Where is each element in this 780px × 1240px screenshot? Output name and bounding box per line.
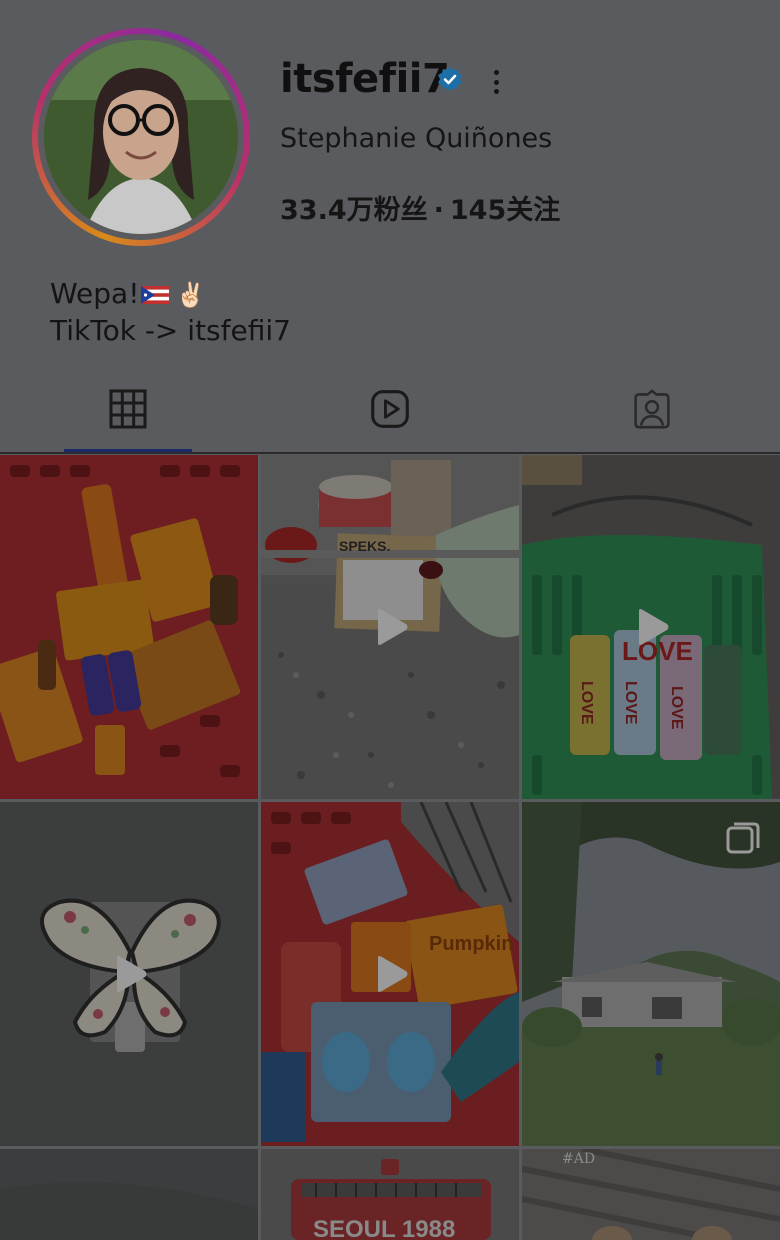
post-1-image (0, 455, 258, 799)
carousel-icon (726, 822, 760, 854)
post-thumbnail-5[interactable]: Pumpkin (261, 802, 519, 1146)
story-ring[interactable] (32, 28, 250, 246)
svg-text:LOVE: LOVE (578, 681, 595, 725)
ad-label: #AD (562, 1151, 596, 1167)
post-thumbnail-7[interactable] (0, 1149, 258, 1240)
followers-count[interactable]: 33.4万粉丝 (280, 195, 428, 226)
play-icon (378, 609, 408, 645)
avatar[interactable] (44, 40, 238, 234)
post-thumbnail-6[interactable] (522, 802, 780, 1146)
profile-tabs (0, 365, 780, 453)
tagged-person-icon (634, 389, 670, 429)
tab-tagged[interactable] (588, 365, 716, 453)
post-thumbnail-4[interactable] (0, 802, 258, 1146)
play-icon (639, 609, 669, 645)
play-icon (117, 956, 147, 992)
profile-stats: 33.4万粉丝 · 145关注 (280, 188, 560, 227)
post-thumbnail-8[interactable]: SEOUL 1988 (261, 1149, 519, 1240)
bio-line-2[interactable]: TikTok -> itsfefii7 (50, 313, 291, 349)
stats-separator: · (433, 195, 444, 226)
svg-text:LOVE: LOVE (622, 681, 639, 725)
full-name: Stephanie Quiñones (280, 123, 553, 154)
post-9-image (522, 1149, 780, 1240)
post-8-image: SEOUL 1988 (261, 1149, 519, 1240)
puerto-rico-flag-icon (141, 286, 170, 304)
username: itsfefii7 (280, 56, 450, 102)
peace-hand-icon: ✌🏻 (175, 281, 206, 309)
post-thumbnail-1[interactable] (0, 455, 258, 799)
more-options-icon[interactable] (484, 66, 508, 98)
tabs-divider (0, 452, 780, 454)
posts-grid: SPEKS. LOVE LOVE LOVE LOVE Pumpkin SEOUL… (0, 455, 780, 1240)
verified-badge-icon (438, 67, 462, 91)
bio-text-1: Wepa! (50, 277, 140, 310)
profile-header: itsfefii7 Stephanie Quiñones 33.4万粉丝 · 145… (0, 0, 780, 453)
post-thumbnail-2[interactable]: SPEKS. (261, 455, 519, 799)
post-2-overlay-text: SPEKS. (339, 538, 390, 554)
post-8-overlay-text: SEOUL 1988 (313, 1216, 455, 1240)
post-5-overlay-text: Pumpkin (429, 933, 513, 955)
play-icon (378, 956, 408, 992)
following-count[interactable]: 145关注 (450, 195, 560, 226)
post-thumbnail-3[interactable]: LOVE LOVE LOVE LOVE (522, 455, 780, 799)
reels-icon (371, 390, 409, 428)
tab-posts[interactable] (64, 365, 192, 453)
post-7-image (0, 1149, 258, 1240)
avatar-image (44, 40, 238, 234)
grid-icon (109, 389, 147, 429)
svg-text:LOVE: LOVE (668, 686, 685, 730)
post-thumbnail-9[interactable]: #AD (522, 1149, 780, 1240)
bio: Wepa! ✌🏻 TikTok -> itsfefii7 (50, 276, 291, 349)
tab-reels[interactable] (326, 365, 454, 453)
bio-line-1: Wepa! ✌🏻 (50, 276, 291, 313)
